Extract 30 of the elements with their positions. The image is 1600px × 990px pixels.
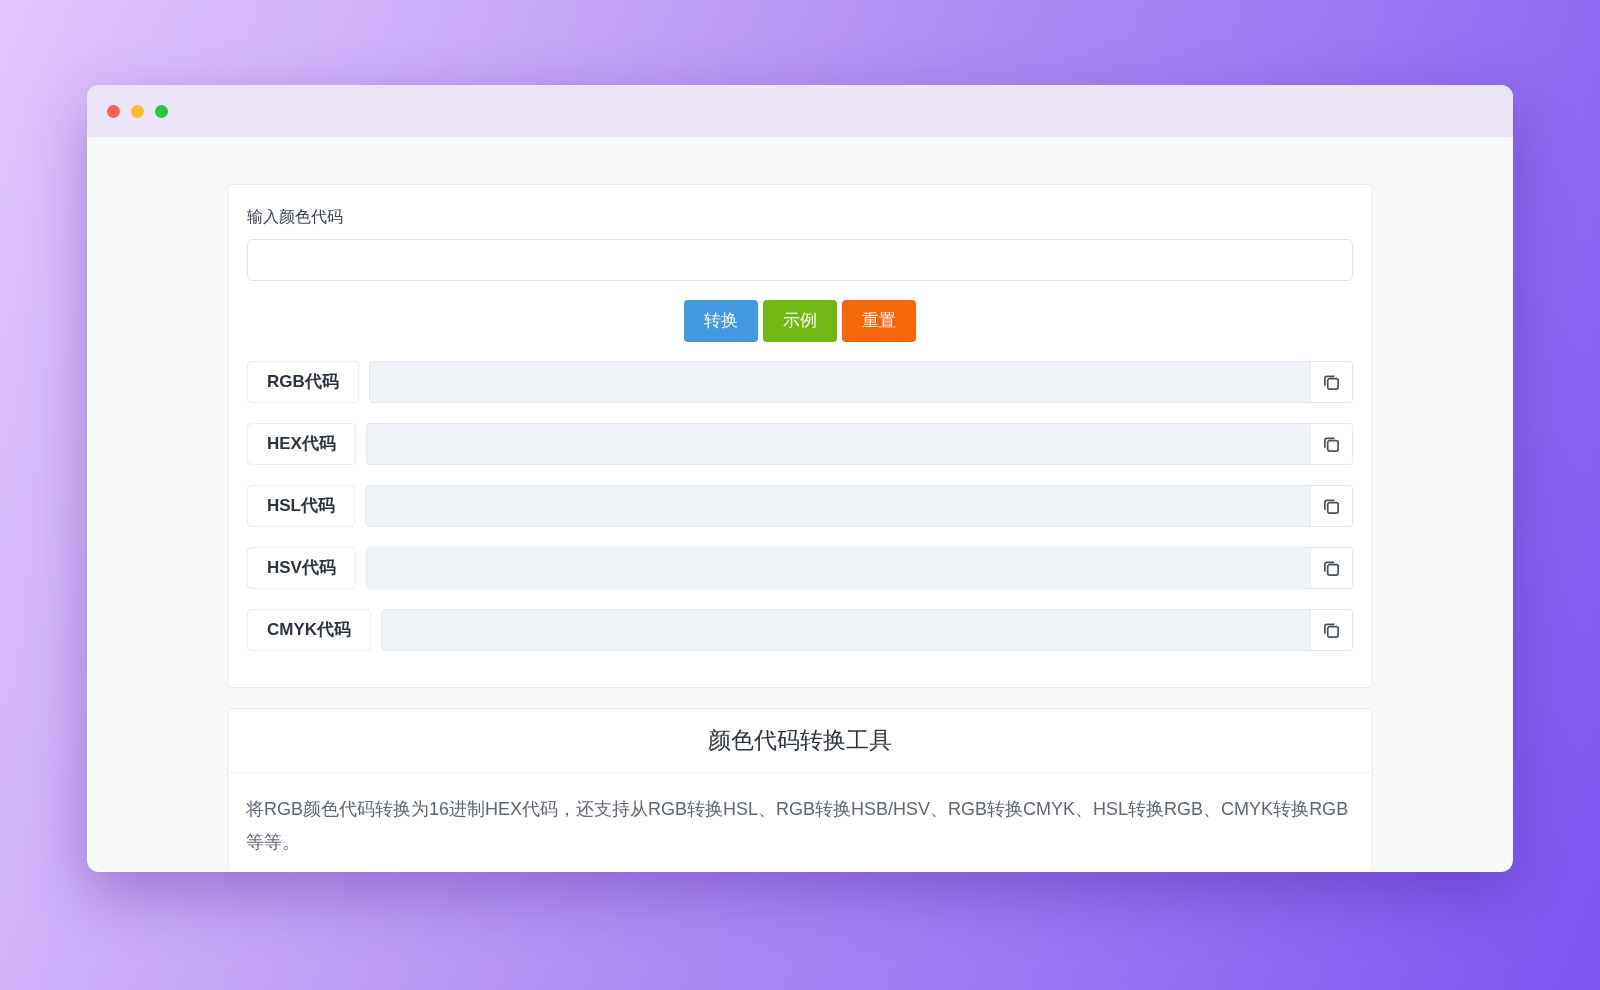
- info-text: 将RGB颜色代码转换为16进制HEX代码，还支持从RGB转换HSL、RGB转换HSB/HSV、RGB转换CMYK、HSL转换RGB、CMYK转换RGB等等。: [245, 797, 1350, 854]
- output-label: HEX代码: [247, 423, 356, 465]
- output-field[interactable]: [365, 485, 1353, 527]
- copy-button[interactable]: [1310, 424, 1352, 464]
- copy-icon: [1322, 434, 1341, 454]
- copy-button[interactable]: [1310, 362, 1352, 402]
- copy-button[interactable]: [1310, 610, 1352, 650]
- output-field[interactable]: [365, 423, 1353, 465]
- copy-icon: [1322, 372, 1341, 392]
- output-field[interactable]: [365, 547, 1353, 589]
- color-code-input[interactable]: [247, 239, 1353, 281]
- copy-button[interactable]: [1310, 548, 1352, 588]
- maximize-button[interactable]: [155, 104, 168, 118]
- output-label: HSL代码: [247, 485, 355, 527]
- output-field[interactable]: [381, 609, 1353, 651]
- output-label: RGB代码: [247, 361, 359, 403]
- input-label: 输入颜色代码: [247, 207, 344, 227]
- action-button[interactable]: 转换: [684, 300, 758, 342]
- copy-icon: [1322, 620, 1341, 640]
- action-button[interactable]: 重置: [842, 300, 916, 342]
- close-button[interactable]: [107, 104, 120, 118]
- copy-icon: [1322, 558, 1341, 578]
- info-title: 颜色代码转换工具: [228, 709, 1372, 773]
- copy-button[interactable]: [1310, 486, 1352, 526]
- action-button[interactable]: 示例: [763, 300, 837, 342]
- output-label: HSV代码: [247, 547, 356, 589]
- output-field[interactable]: [368, 361, 1353, 403]
- copy-icon: [1322, 496, 1341, 516]
- output-label: CMYK代码: [247, 609, 372, 651]
- minimize-button[interactable]: [131, 104, 144, 118]
